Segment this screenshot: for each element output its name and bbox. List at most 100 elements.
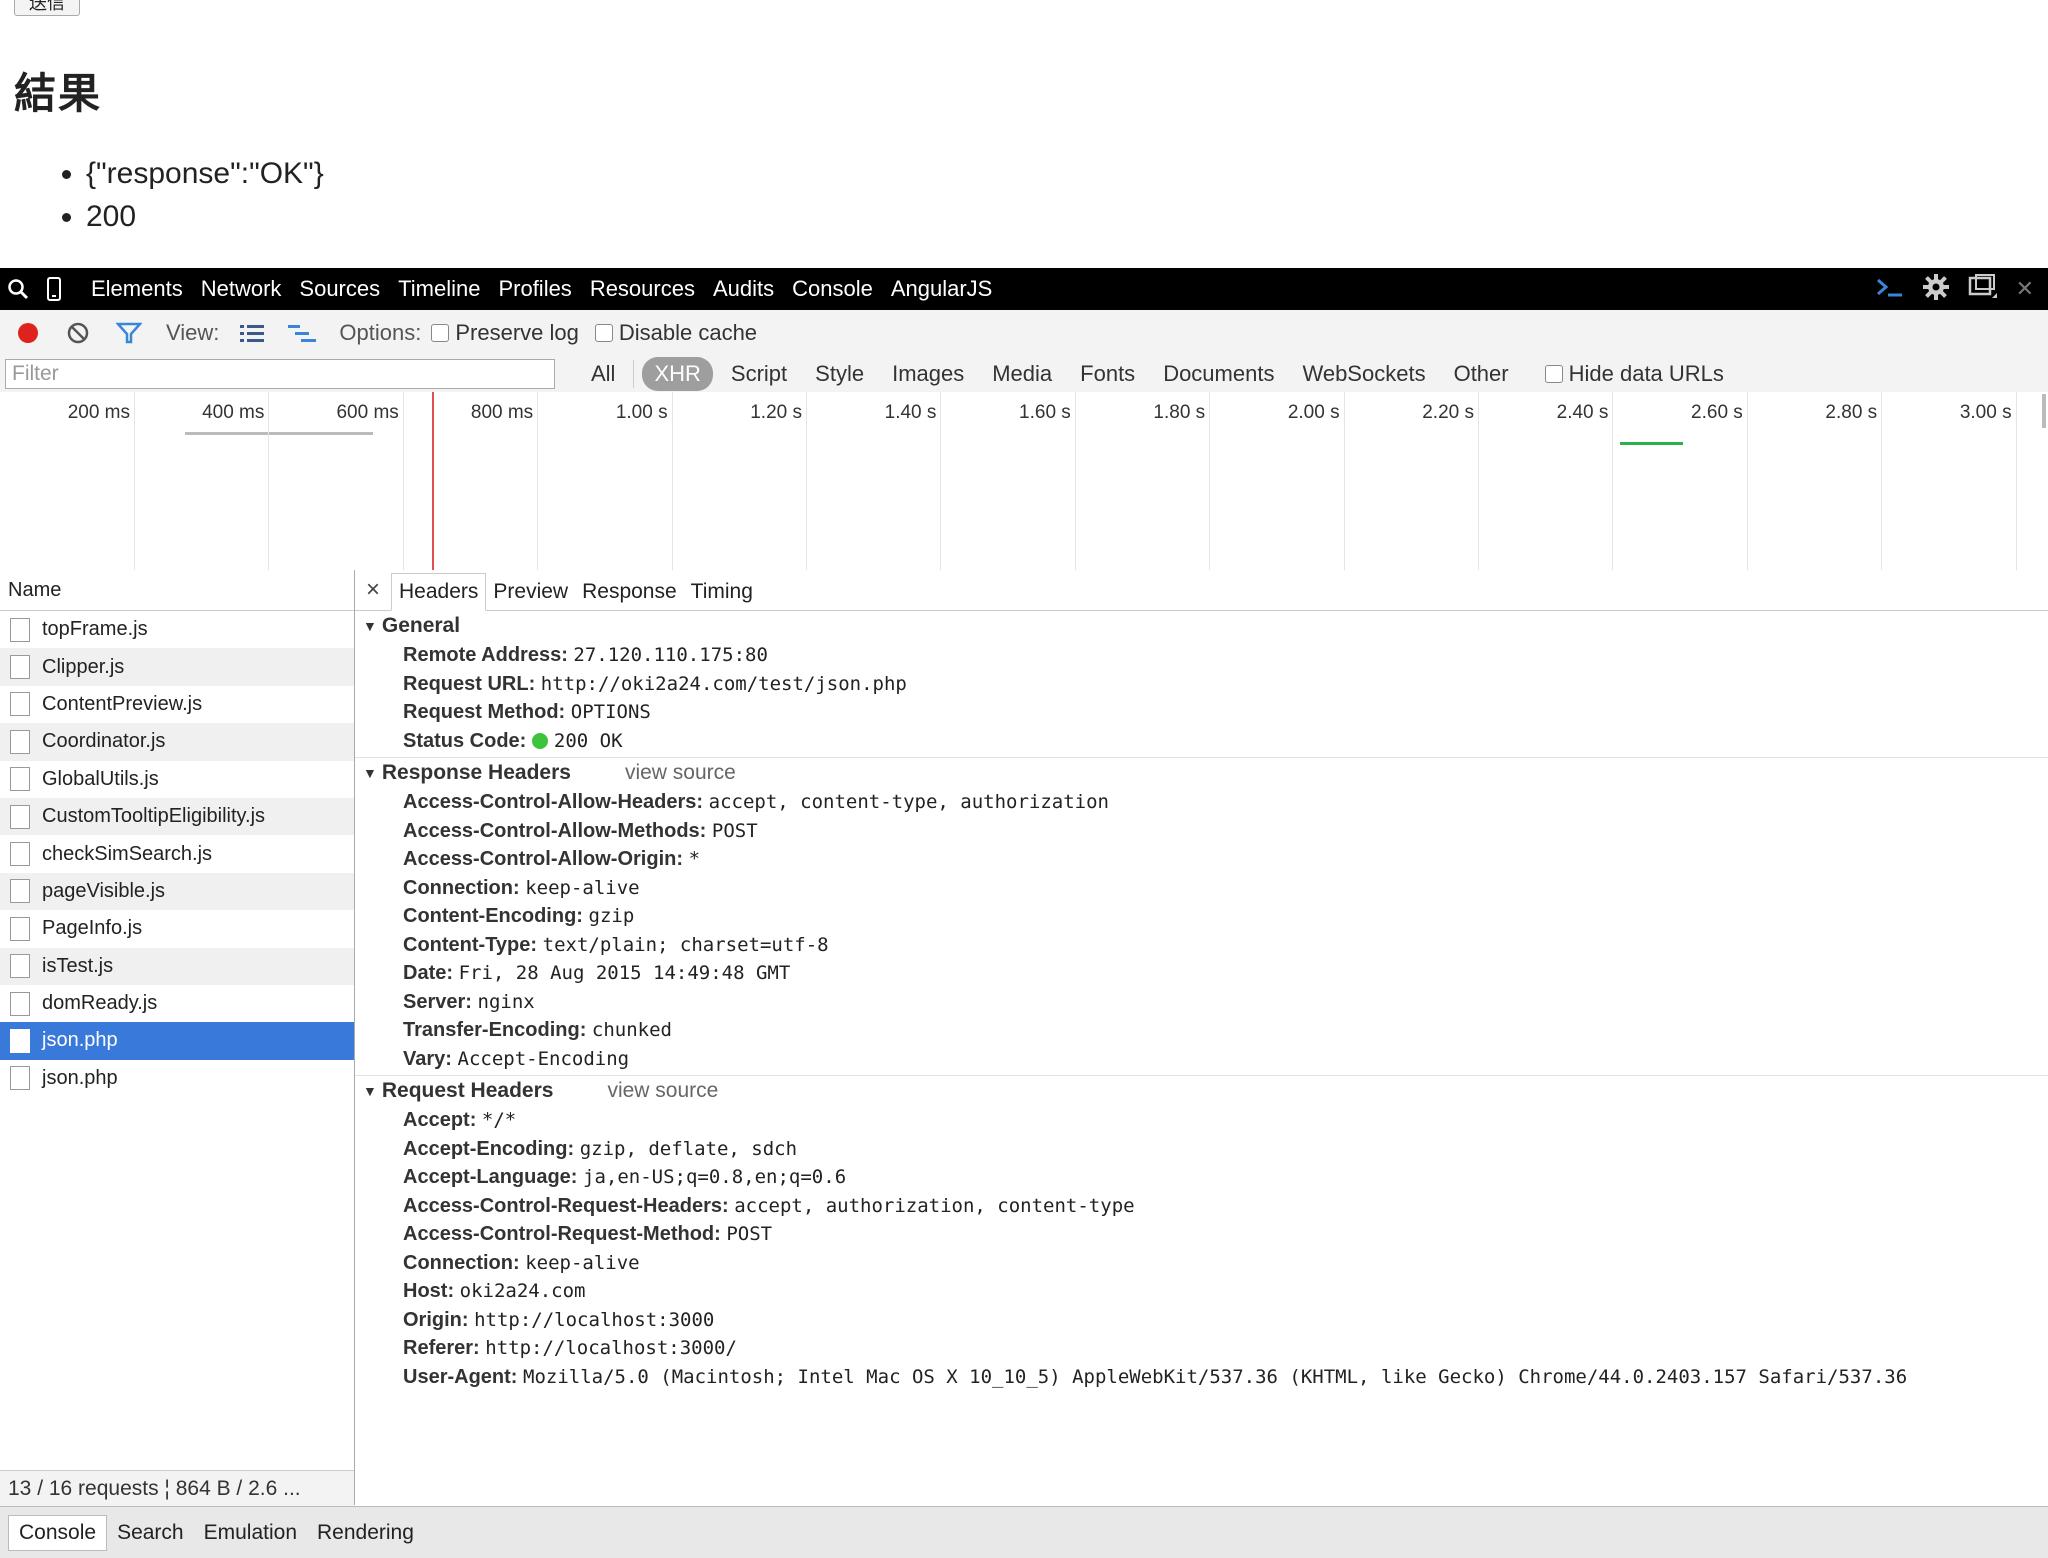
timeline-tick-label: 1.60 s: [1019, 402, 1071, 423]
header-row: Access-Control-Allow-Headers: accept, co…: [355, 788, 2048, 817]
request-row[interactable]: ContentPreview.js: [0, 686, 354, 723]
header-row: Server: nginx: [355, 988, 2048, 1017]
tab-network[interactable]: Network: [192, 268, 291, 310]
header-value: Accept-Encoding: [457, 1047, 630, 1070]
timeline-gridline: [268, 392, 270, 570]
filter-type-documents[interactable]: Documents: [1149, 357, 1288, 391]
filter-type-images[interactable]: Images: [878, 357, 978, 391]
filter-type-script[interactable]: Script: [717, 357, 801, 391]
tab-preview[interactable]: Preview: [486, 574, 575, 610]
checkbox-box[interactable]: [594, 324, 613, 342]
request-row[interactable]: json.php: [0, 1060, 354, 1097]
header-row: Origin: http://localhost:3000: [355, 1306, 2048, 1335]
send-button[interactable]: 送信: [14, 0, 80, 16]
tab-response[interactable]: Response: [575, 574, 684, 610]
tab-audits[interactable]: Audits: [704, 268, 783, 310]
close-icon[interactable]: ✕: [2016, 276, 2034, 302]
load-event-line: [432, 392, 434, 570]
filter-type-xhr[interactable]: XHR: [642, 357, 713, 391]
checkbox-box[interactable]: [1544, 365, 1563, 383]
timeline-overview[interactable]: 200 ms 400 ms 600 ms 800 ms 1.00 s 1.20 s 1.40…: [0, 392, 2048, 571]
filter-type-all[interactable]: All: [577, 357, 629, 391]
drawer-tab-emulation[interactable]: Emulation: [194, 1516, 307, 1550]
tab-elements[interactable]: Elements: [82, 268, 192, 310]
header-key: Host:: [403, 1280, 455, 1302]
record-icon[interactable]: [16, 321, 40, 345]
filter-type-style[interactable]: Style: [801, 357, 878, 391]
tab-headers[interactable]: Headers: [391, 573, 487, 611]
timeline-scroll-handle[interactable]: [2042, 394, 2046, 428]
header-value: gzip, deflate, sdch: [579, 1137, 798, 1160]
timeline-gridline: [1343, 392, 1345, 570]
request-row[interactable]: json.php: [0, 1022, 354, 1060]
filter-type-websockets[interactable]: WebSockets: [1288, 357, 1439, 391]
request-row[interactable]: PageInfo.js: [0, 910, 354, 947]
disable-cache-checkbox[interactable]: Disable cache: [594, 320, 757, 346]
search-icon[interactable]: [0, 268, 36, 310]
view-source-link[interactable]: view source: [625, 758, 736, 788]
header-value: 200 OK: [553, 729, 623, 752]
request-row[interactable]: domReady.js: [0, 985, 354, 1022]
header-row: Access-Control-Request-Method: POST: [355, 1220, 2048, 1249]
request-name: isTest.js: [42, 954, 114, 977]
overview-icon[interactable]: [287, 322, 317, 344]
checkbox-box[interactable]: [431, 324, 450, 342]
tab-sources[interactable]: Sources: [290, 268, 389, 310]
request-row[interactable]: topFrame.js: [0, 611, 354, 648]
status-bar: 13 / 16 requests ¦ 864 B / 2.6 ...: [0, 1470, 354, 1506]
clear-icon[interactable]: [66, 321, 90, 345]
filter-type-fonts[interactable]: Fonts: [1066, 357, 1149, 391]
view-source-link[interactable]: view source: [607, 1076, 718, 1106]
triangle-down-icon: ▼: [363, 1083, 377, 1099]
request-row[interactable]: isTest.js: [0, 947, 354, 985]
tab-timeline[interactable]: Timeline: [389, 268, 489, 310]
header-row: Accept: */*: [355, 1106, 2048, 1135]
drawer-tab-rendering[interactable]: Rendering: [307, 1516, 424, 1550]
dock-icon[interactable]: [1968, 273, 1998, 305]
header-key: Vary:: [403, 1047, 452, 1070]
hide-data-urls-label: Hide data URLs: [1568, 361, 1724, 386]
timeline-tick-label: 2.00 s: [1287, 402, 1340, 423]
request-row[interactable]: GlobalUtils.js: [0, 761, 354, 798]
header-value: gzip: [588, 905, 635, 927]
filter-icon[interactable]: [116, 321, 142, 345]
request-row[interactable]: Coordinator.js: [0, 723, 354, 761]
header-key: Status Code:: [403, 729, 527, 752]
tab-resources[interactable]: Resources: [581, 268, 704, 310]
file-icon: [10, 991, 30, 1016]
header-value: chunked: [591, 1019, 672, 1041]
header-value: */*: [481, 1109, 517, 1131]
request-list: Name topFrame.js Clipper.js ContentPreview…: [0, 570, 355, 1505]
request-row[interactable]: Clipper.js: [0, 648, 354, 686]
gear-icon[interactable]: [1922, 273, 1950, 306]
tab-profiles[interactable]: Profiles: [489, 268, 580, 310]
file-icon: [10, 767, 30, 792]
filter-type-media[interactable]: Media: [978, 357, 1066, 391]
general-header[interactable]: ▼ General: [355, 611, 2048, 641]
request-bar: [1620, 442, 1683, 445]
console-drawer-icon[interactable]: [1874, 275, 1904, 304]
hide-data-urls-checkbox[interactable]: Hide data URLs: [1544, 361, 1724, 387]
request-bar: [185, 432, 373, 435]
device-mode-icon[interactable]: [36, 268, 72, 310]
request-row[interactable]: checkSimSearch.js: [0, 835, 354, 872]
response-headers-header[interactable]: ▼ Response Headers view source: [355, 758, 2048, 788]
request-row[interactable]: CustomTooltipEligibility.js: [0, 797, 354, 836]
tab-timing[interactable]: Timing: [684, 574, 760, 610]
close-detail-button[interactable]: ×: [355, 570, 391, 610]
list-view-icon[interactable]: [239, 322, 265, 344]
tab-console[interactable]: Console: [783, 268, 882, 310]
header-key: Access-Control-Allow-Methods:: [403, 819, 707, 842]
drawer-tab-console[interactable]: Console: [8, 1514, 108, 1551]
timeline-gridline: [134, 392, 135, 570]
request-row[interactable]: pageVisible.js: [0, 872, 354, 911]
name-column-header[interactable]: Name: [0, 570, 354, 611]
preserve-log-checkbox[interactable]: Preserve log: [431, 320, 579, 346]
triangle-down-icon: ▼: [363, 618, 377, 634]
header-row: User-Agent: Mozilla/5.0 (Macintosh; Inte…: [355, 1363, 2048, 1392]
filter-type-other[interactable]: Other: [1440, 357, 1523, 391]
drawer-tab-search[interactable]: Search: [107, 1516, 194, 1550]
request-headers-header[interactable]: ▼ Request Headers view source: [355, 1076, 2048, 1106]
tab-angularjs[interactable]: AngularJS: [882, 268, 1002, 310]
filter-input[interactable]: Filter: [5, 359, 555, 389]
